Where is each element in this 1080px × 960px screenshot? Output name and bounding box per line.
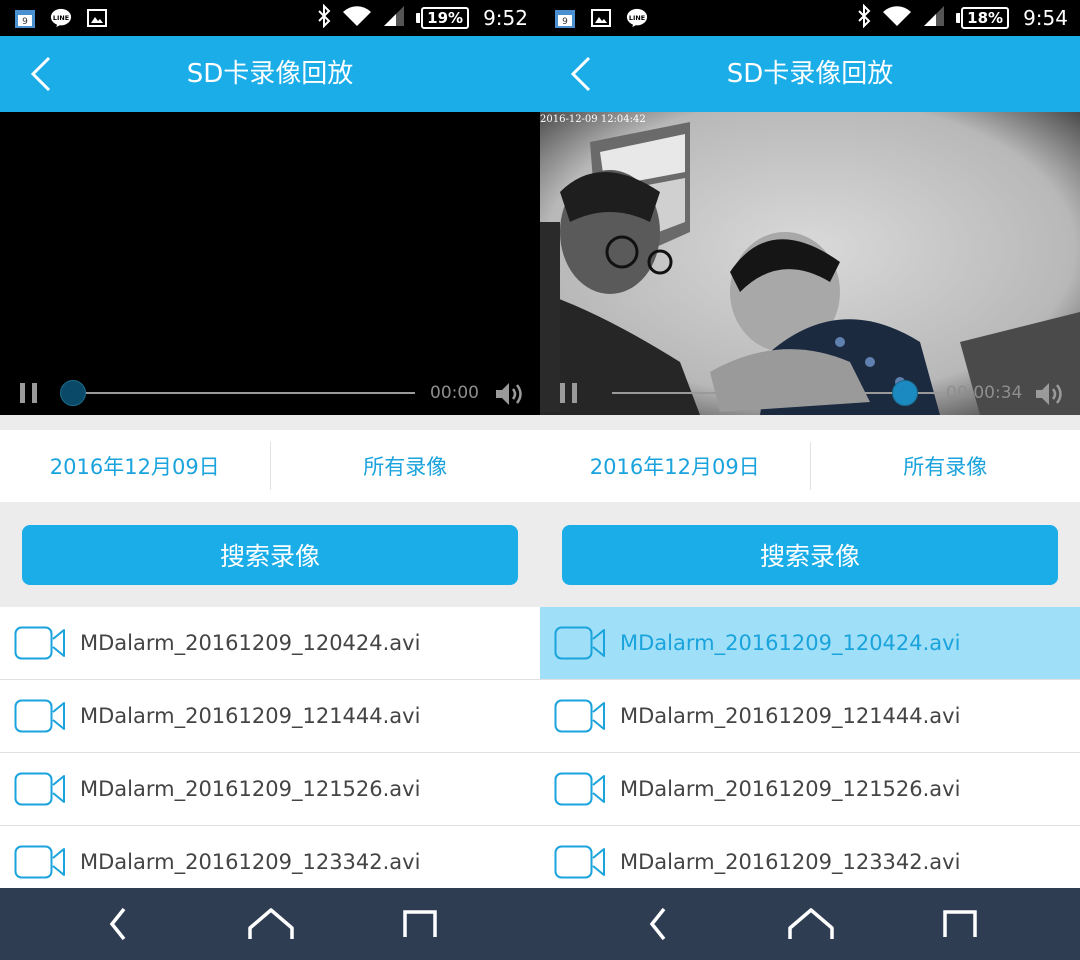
seek-thumb[interactable] [60,380,86,406]
status-bar: 9 LINE 19% 9:52 [0,0,540,36]
app-bar: SD卡录像回放 [540,36,1080,112]
video-camera-icon [14,845,65,879]
player-controls: 00:00 [0,371,540,415]
search-recordings-button[interactable]: 搜索录像 [22,525,518,585]
page-title: SD卡录像回放 [186,59,354,89]
battery-icon: 18% [956,7,1010,29]
svg-text:9: 9 [562,17,568,27]
battery-icon: 19% [416,7,470,29]
back-arrow-icon [30,56,51,92]
video-camera-icon [14,626,65,660]
back-button[interactable] [558,50,606,98]
nav-home-icon [248,908,294,939]
nav-recents-icon [943,910,977,937]
file-item[interactable]: MDalarm_20161209_121526.avi [540,753,1080,826]
navigation-bar [540,888,1080,960]
nav-home-button[interactable] [784,902,838,946]
gallery-icon [86,7,108,29]
video-camera-icon [14,772,65,806]
file-name: MDalarm_20161209_121444.avi [80,704,421,728]
file-name: MDalarm_20161209_121526.avi [80,777,421,801]
nav-recents-button[interactable] [398,902,442,946]
date-filter[interactable]: 2016年12月09日 [540,430,810,502]
video-camera-icon [14,699,65,733]
bluetooth-icon [316,3,332,32]
calendar-icon: 9 [14,7,36,29]
file-item[interactable]: MDalarm_20161209_120424.avi [540,607,1080,680]
nav-back-icon [649,907,666,941]
volume-icon [496,383,522,405]
nav-recents-icon [403,910,437,937]
search-recordings-button[interactable]: 搜索录像 [562,525,1058,585]
app-bar: SD卡录像回放 [0,36,540,112]
nav-home-button[interactable] [244,902,298,946]
wifi-icon [882,4,912,32]
nav-back-button[interactable] [100,902,136,946]
pause-icon [560,383,565,403]
pause-button[interactable] [20,383,40,405]
file-name: MDalarm_20161209_121526.avi [620,777,961,801]
file-item[interactable]: MDalarm_20161209_121526.avi [0,753,540,826]
nav-home-icon [788,908,834,939]
nav-back-button[interactable] [640,902,676,946]
status-bar: 9 LINE 18% 9:54 [540,0,1080,36]
page-title: SD卡录像回放 [726,59,894,89]
bluetooth-icon [856,3,872,32]
screen-left: 9 LINE 19% 9:52 SD卡录像回放 00:00 2016年12月09… [0,0,540,960]
video-frame [540,112,1080,415]
file-name: MDalarm_20161209_120424.avi [80,631,421,655]
file-name: MDalarm_20161209_120424.avi [620,631,961,655]
date-filter[interactable]: 2016年12月09日 [0,430,270,502]
file-item[interactable]: MDalarm_20161209_121444.avi [540,680,1080,753]
clock: 9:54 [1023,6,1068,30]
navigation-bar [0,888,540,960]
nav-back-icon [109,907,126,941]
calendar-icon: 9 [554,7,576,29]
signal-icon [382,4,406,32]
svg-text:9: 9 [22,17,28,27]
gallery-icon [590,7,612,29]
svg-text:LINE: LINE [629,14,645,22]
volume-icon [1036,383,1062,405]
line-app-icon: LINE [626,7,648,29]
nav-recents-button[interactable] [938,902,982,946]
back-button[interactable] [18,50,66,98]
file-list: MDalarm_20161209_120424.avi MDalarm_2016… [0,607,540,899]
clock: 9:52 [483,6,528,30]
screen-right: 9 LINE 18% 9:54 SD卡录像回放 2016-12-09 12:04… [540,0,1080,960]
pause-button[interactable] [560,383,580,405]
wifi-icon [342,4,372,32]
seek-thumb[interactable] [891,380,918,406]
video-camera-icon [554,772,605,806]
file-item[interactable]: MDalarm_20161209_120424.avi [0,607,540,680]
playback-time: 00:00 [430,383,479,403]
file-list: MDalarm_20161209_120424.avi MDalarm_2016… [540,607,1080,899]
type-filter[interactable]: 所有录像 [271,430,541,502]
video-timestamp: 2016-12-09 12:04:42 [540,114,646,125]
file-name: MDalarm_20161209_121444.avi [620,704,961,728]
video-player[interactable]: 2016-12-09 12:04:42 00:00:34 [540,112,1080,415]
video-camera-icon [554,845,605,879]
video-player[interactable]: 00:00 [0,112,540,415]
file-item[interactable]: MDalarm_20161209_121444.avi [0,680,540,753]
type-filter[interactable]: 所有录像 [811,430,1080,502]
svg-text:LINE: LINE [53,14,69,22]
back-arrow-icon [570,56,591,92]
signal-icon [922,4,946,32]
volume-button[interactable] [494,380,526,408]
filter-row: 2016年12月09日 所有录像 [540,430,1080,502]
playback-time: 00:00:34 [946,383,1023,403]
line-app-icon: LINE [50,7,72,29]
video-camera-icon [554,626,605,660]
video-camera-icon [554,699,605,733]
volume-button[interactable] [1034,380,1066,408]
player-controls: 00:00:34 [540,371,1080,415]
pause-icon [20,383,25,403]
filter-row: 2016年12月09日 所有录像 [0,430,540,502]
seek-bar[interactable] [72,392,415,394]
